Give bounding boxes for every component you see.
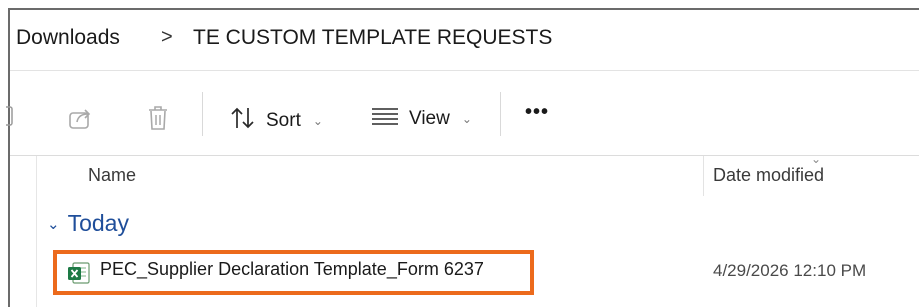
chevron-down-icon: ⌄ (461, 112, 472, 126)
highlight-box (53, 250, 534, 295)
file-date-modified: 4/29/2026 12:10 PM (713, 261, 867, 280)
partial-toolbar-icon[interactable] (6, 105, 18, 127)
more-options-button[interactable]: ••• (525, 101, 549, 124)
column-header-date-modified[interactable]: Date modified (713, 165, 824, 186)
breadcrumb: Downloads > TE CUSTOM TEMPLATE REQUESTS (10, 10, 919, 71)
toolbar-divider (500, 92, 501, 136)
sort-icon (230, 106, 256, 136)
breadcrumb-separator: > (161, 26, 173, 48)
toolbar-divider (202, 92, 203, 136)
breadcrumb-item-current-folder[interactable]: TE CUSTOM TEMPLATE REQUESTS (193, 26, 552, 50)
group-header-today[interactable]: ⌄ Today (47, 210, 129, 237)
group-label: Today (67, 210, 129, 236)
trash-icon[interactable] (145, 104, 171, 132)
breadcrumb-item-downloads[interactable]: Downloads (16, 26, 120, 50)
navigation-pane-edge (10, 156, 37, 307)
chevron-down-icon: ⌄ (312, 114, 323, 128)
view-label: View (409, 108, 450, 129)
sort-button[interactable]: Sort ⌄ (230, 106, 323, 136)
sort-label: Sort (266, 110, 301, 131)
share-icon[interactable] (67, 105, 95, 131)
command-bar: Sort ⌄ View ⌄ ••• (6, 71, 919, 156)
view-list-icon (371, 106, 399, 132)
column-header-name[interactable]: Name (88, 165, 136, 186)
chevron-down-icon: ⌄ (47, 215, 60, 233)
sort-direction-icon: ⌄ (811, 152, 822, 166)
view-button[interactable]: View ⌄ (371, 106, 472, 132)
column-divider[interactable] (703, 156, 704, 196)
